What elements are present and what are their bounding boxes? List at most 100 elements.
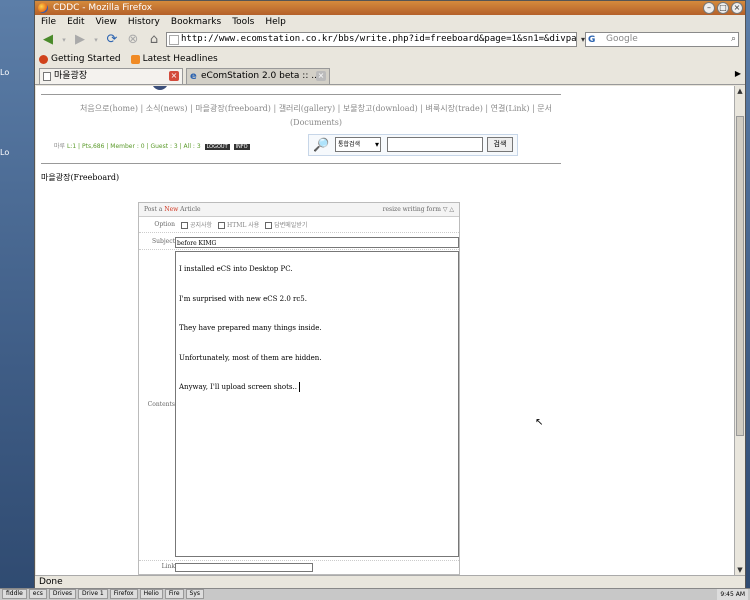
menu-bookmarks[interactable]: Bookmarks	[171, 15, 221, 29]
link-input[interactable]	[175, 563, 313, 572]
scroll-thumb[interactable]	[736, 116, 744, 436]
notice-checkbox[interactable]	[181, 222, 188, 229]
html-label: HTML 사용	[227, 222, 260, 229]
back-button[interactable]: ◀	[39, 32, 57, 48]
divider	[41, 94, 561, 95]
option-row: Option 공지사항 HTML 사용 답변메일받기	[139, 218, 459, 233]
tab-ecomstation[interactable]: e eComStation 2.0 beta :: ... ×	[186, 68, 330, 84]
search-box[interactable]: G Google ⌕	[585, 32, 739, 47]
divider	[41, 163, 561, 164]
option-label: Option	[154, 221, 175, 228]
bookmark-getting-started[interactable]: Getting Started	[39, 54, 121, 64]
write-form: Post a New Article resize writing form ▽…	[138, 202, 460, 575]
window-title: CDDC - Mozilla Firefox	[53, 3, 153, 13]
reply-mail-checkbox[interactable]	[265, 222, 273, 229]
taskbar-item[interactable]: Drives	[48, 589, 77, 599]
stop-button[interactable]: ⊗	[124, 32, 142, 48]
site-nav-links[interactable]: 처음으로(home) | 소식(news) | 마을광장(freeboard) …	[56, 102, 576, 116]
link-label: Link	[161, 563, 175, 570]
search-type-select[interactable]: 통합검색	[335, 137, 381, 152]
expand-icon[interactable]: △	[449, 206, 454, 213]
menu-edit[interactable]: Edit	[67, 15, 84, 29]
notice-label: 공지사항	[190, 222, 213, 229]
status-text: Done	[39, 577, 63, 587]
search-placeholder: Google	[606, 34, 638, 44]
status-bar: Done	[35, 575, 745, 588]
resize-form-control[interactable]: resize writing form ▽ △	[383, 203, 454, 217]
menu-tools[interactable]: Tools	[232, 15, 254, 29]
home-button[interactable]: ⌂	[145, 32, 163, 48]
option-checkboxes: 공지사항 HTML 사용 답변메일받기	[177, 220, 307, 229]
taskbar-item[interactable]: Helio	[139, 589, 163, 599]
taskbar: fiddle ecs Drives Drive 1 Firefox Helio …	[0, 588, 750, 600]
title-bar: CDDC - Mozilla Firefox – □ ×	[35, 1, 745, 15]
contents-label: Contents	[147, 401, 175, 408]
tab-scroll-icon[interactable]: ▶	[735, 69, 741, 78]
maximize-button[interactable]: □	[717, 2, 729, 14]
shrink-icon[interactable]: ▽	[443, 206, 448, 213]
page-favicon-icon	[169, 35, 179, 45]
board-title: 마을광장(Freeboard)	[41, 173, 120, 182]
user-name: 마루	[54, 143, 66, 150]
menu-file[interactable]: File	[41, 15, 56, 29]
info-button[interactable]: INFO	[233, 144, 250, 150]
menu-view[interactable]: View	[96, 15, 117, 29]
site-logo	[152, 86, 168, 90]
site-nav-documents[interactable]: (Documents)	[56, 116, 576, 130]
taskbar-item[interactable]: fiddle	[2, 589, 27, 599]
subject-row: Subject before KIMG	[139, 234, 459, 250]
bookmark-label: Latest Headlines	[142, 54, 218, 64]
menu-help[interactable]: Help	[265, 15, 286, 29]
form-head-suffix: Article	[180, 206, 201, 213]
forward-button[interactable]: ▶	[71, 32, 89, 48]
user-stats: L:1 | Pts,686 | Member : 0 | Guest : 3 |…	[66, 143, 201, 150]
logout-button[interactable]: LOGOUT	[204, 144, 230, 150]
board-search-button[interactable]: 검색	[487, 137, 513, 152]
mouse-cursor-icon: ↖	[535, 417, 544, 428]
vertical-scrollbar[interactable]: ▲ ▼	[734, 86, 745, 575]
minimize-button[interactable]: –	[703, 2, 715, 14]
form-head-new: New	[164, 206, 179, 213]
site-navigation: 처음으로(home) | 소식(news) | 마을광장(freeboard) …	[56, 102, 576, 130]
tab-close-icon[interactable]: ×	[169, 71, 179, 81]
taskbar-item[interactable]: Firefox	[109, 589, 138, 599]
url-bar[interactable]: http://www.ecomstation.co.kr/bbs/write.p…	[166, 32, 577, 47]
bookmark-label: Getting Started	[51, 54, 121, 64]
desktop-icon-label[interactable]: Lo	[0, 148, 9, 157]
menu-history[interactable]: History	[128, 15, 160, 29]
subject-label: Subject	[152, 238, 175, 245]
tab-close-icon[interactable]: ×	[316, 71, 326, 81]
tab-freeboard[interactable]: 마을광장 ×	[39, 68, 183, 84]
taskbar-item[interactable]: Fire	[164, 589, 184, 599]
desktop-icon-label[interactable]: Lo	[0, 68, 9, 77]
resize-form-label[interactable]: resize writing form	[383, 206, 441, 213]
page-content: 처음으로(home) | 소식(news) | 마을광장(freeboard) …	[36, 86, 734, 575]
close-button[interactable]: ×	[731, 2, 743, 14]
tab-label: 마을광장	[54, 71, 88, 81]
bookmark-latest-headlines[interactable]: Latest Headlines	[130, 54, 218, 64]
taskbar-item[interactable]: ecs	[28, 589, 47, 599]
scroll-up-icon[interactable]: ▲	[736, 87, 744, 95]
forward-dropdown-icon[interactable]: ▾	[92, 32, 100, 48]
content-line: I installed eCS into Desktop PC.	[179, 265, 293, 273]
scroll-down-icon[interactable]: ▼	[736, 566, 744, 574]
browser-window: CDDC - Mozilla Firefox – □ × File Edit V…	[34, 0, 746, 588]
tab-strip: 마을광장 × e eComStation 2.0 beta :: ... × ▶	[35, 67, 745, 85]
form-header: Post a New Article resize writing form ▽…	[139, 203, 459, 217]
back-dropdown-icon[interactable]: ▾	[60, 32, 68, 48]
contents-textarea[interactable]: I installed eCS into Desktop PC. I'm sur…	[175, 251, 459, 557]
html-checkbox[interactable]	[218, 222, 226, 229]
reload-button[interactable]: ⟳	[103, 32, 121, 48]
navigation-toolbar: ◀ ▾ ▶ ▾ ⟳ ⊗ ⌂ http://www.ecomstation.co.…	[35, 29, 745, 51]
board-search: 🔎 통합검색 검색	[308, 134, 518, 156]
user-status-line: 마루 L:1 | Pts,686 | Member : 0 | Guest : …	[54, 141, 250, 150]
board-search-input[interactable]	[387, 137, 483, 152]
link-row: Link	[139, 560, 459, 574]
google-icon[interactable]: G	[588, 34, 595, 47]
content-line: They have prepared many things inside.	[179, 324, 322, 332]
reply-mail-label: 답변메일받기	[274, 222, 308, 229]
search-go-icon[interactable]: ⌕	[731, 33, 736, 46]
taskbar-item[interactable]: Drive 1	[78, 589, 108, 599]
subject-input[interactable]: before KIMG	[175, 237, 459, 248]
taskbar-item[interactable]: Sys	[185, 589, 205, 599]
